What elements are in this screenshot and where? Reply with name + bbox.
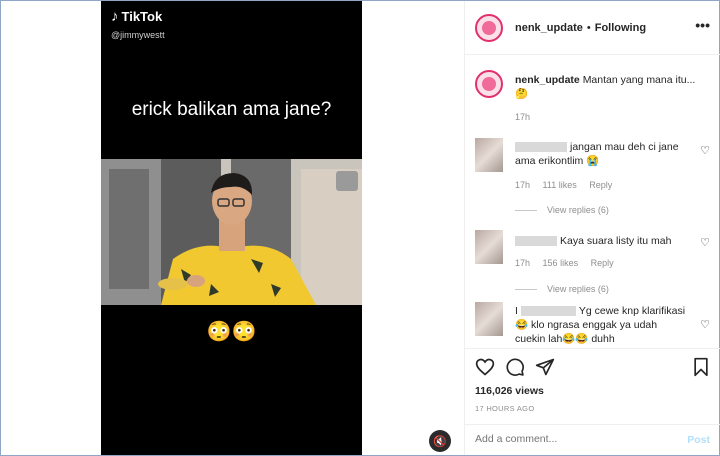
- tiktok-logo-icon: ♪: [111, 8, 119, 25]
- more-options-icon[interactable]: •••: [695, 17, 710, 33]
- like-comment-icon[interactable]: ♡: [700, 318, 710, 331]
- post-sidebar: nenk_update • Following ••• nenk_update …: [464, 1, 720, 455]
- avatar[interactable]: [475, 13, 503, 42]
- comment-text: Kaya suara listy itu mah: [515, 234, 690, 248]
- like-comment-icon[interactable]: ♡: [700, 236, 710, 249]
- post-media: ♪ TikTok @jimmywestt erick balikan ama j…: [1, 1, 464, 455]
- comment-icon[interactable]: [505, 357, 525, 377]
- blurred-username: [515, 142, 567, 153]
- replies-divider: [515, 209, 537, 211]
- view-replies-button[interactable]: View replies (6): [515, 205, 609, 215]
- post-actions: 116,026 views 17 HOURS AGO: [465, 348, 720, 418]
- add-comment-bar: Post: [465, 424, 720, 455]
- post-comment-button[interactable]: Post: [687, 434, 710, 446]
- post-timestamp: 17 HOURS AGO: [475, 404, 535, 413]
- view-replies-button[interactable]: View replies (6): [515, 284, 609, 294]
- avatar[interactable]: [475, 302, 503, 336]
- video-caption: erick balikan ama jane?: [131, 99, 332, 120]
- comment-meta: 17h 156 likes Reply: [515, 258, 624, 268]
- person-scene-image: [101, 159, 362, 305]
- avatar[interactable]: [475, 230, 503, 264]
- separator-dot: •: [586, 21, 591, 34]
- view-count[interactable]: 116,026 views: [475, 385, 544, 397]
- comment-meta: 17h 111 likes Reply: [515, 180, 622, 190]
- avatar[interactable]: [475, 138, 503, 172]
- video-emojis: 😳😳: [206, 321, 257, 343]
- like-icon[interactable]: [475, 357, 495, 377]
- reply-button[interactable]: Reply: [589, 180, 612, 190]
- post-username[interactable]: nenk_update: [515, 22, 583, 34]
- comment-text: jangan mau deh ci jane ama erikontlim 😭: [515, 140, 690, 168]
- blurred-username: [520, 306, 576, 317]
- comments-list[interactable]: nenk_update Mantan yang mana itu... 🤔 17…: [465, 56, 720, 348]
- video-frame-image: [101, 159, 362, 305]
- blurred-username: [515, 236, 557, 247]
- comment-text: I Yg cewe knp klarifikasi 😂 klo ngrasa e…: [515, 304, 690, 346]
- owner-caption-time[interactable]: 17h: [515, 112, 530, 122]
- tiktok-watermark: ♪ TikTok: [111, 9, 162, 24]
- save-bookmark-icon[interactable]: [692, 357, 710, 377]
- reply-button[interactable]: Reply: [591, 258, 614, 268]
- share-icon[interactable]: [535, 357, 555, 377]
- mute-icon[interactable]: 🔇: [429, 430, 451, 452]
- view-replies-label: View replies (6): [547, 205, 609, 215]
- like-comment-icon[interactable]: ♡: [700, 144, 710, 157]
- comment-body: Kaya suara listy itu mah: [560, 235, 672, 247]
- comment-username-initial[interactable]: I: [515, 305, 518, 317]
- owner-caption-text: nenk_update Mantan yang mana itu... 🤔: [515, 73, 710, 101]
- replies-divider: [515, 288, 537, 290]
- avatar[interactable]: [475, 70, 503, 98]
- following-button[interactable]: Following: [595, 22, 646, 34]
- add-comment-input[interactable]: [475, 433, 665, 445]
- tiktok-brand: TikTok: [121, 9, 163, 24]
- comment-time[interactable]: 17h: [515, 258, 530, 268]
- owner-username[interactable]: nenk_update: [515, 74, 580, 86]
- action-icons: [475, 357, 555, 377]
- comment-time[interactable]: 17h: [515, 180, 530, 190]
- video-player[interactable]: ♪ TikTok @jimmywestt erick balikan ama j…: [101, 1, 362, 455]
- view-replies-label: View replies (6): [547, 284, 609, 294]
- tiktok-handle: @jimmywestt: [111, 30, 165, 40]
- comment-likes[interactable]: 111 likes: [543, 180, 577, 190]
- comment-likes[interactable]: 156 likes: [543, 258, 579, 268]
- post-header: nenk_update • Following •••: [465, 1, 720, 55]
